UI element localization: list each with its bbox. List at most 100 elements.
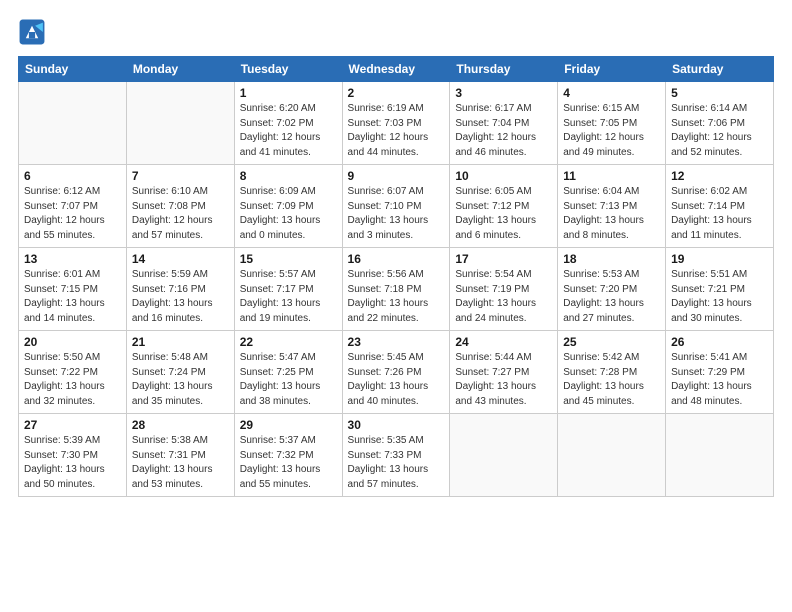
day-info: Sunrise: 5:38 AMSunset: 7:31 PMDaylight:… bbox=[132, 434, 229, 492]
day-number: 18 bbox=[563, 252, 660, 266]
day-number: 9 bbox=[348, 169, 445, 183]
day-number: 11 bbox=[563, 169, 660, 183]
logo-icon bbox=[18, 18, 46, 46]
day-number: 27 bbox=[24, 418, 121, 432]
day-info: Sunrise: 6:02 AMSunset: 7:14 PMDaylight:… bbox=[671, 185, 768, 243]
day-number: 15 bbox=[240, 252, 337, 266]
calendar-cell: 10 Sunrise: 6:05 AMSunset: 7:12 PMDayligh… bbox=[450, 165, 558, 248]
calendar-cell: 30Sunrise: 5:35 AMSunset: 7:33 PMDayligh… bbox=[342, 414, 450, 497]
day-info: Sunrise: 6:05 AMSunset: 7:12 PMDaylight:… bbox=[455, 185, 552, 243]
day-info: Sunrise: 6:09 AMSunset: 7:09 PMDaylight:… bbox=[240, 185, 337, 243]
day-info: Sunrise: 6:10 AMSunset: 7:08 PMDaylight:… bbox=[132, 185, 229, 243]
weekday-header-friday: Friday bbox=[558, 57, 666, 82]
weekday-header-wednesday: Wednesday bbox=[342, 57, 450, 82]
calendar-week-row: 6 Sunrise: 6:12 AMSunset: 7:07 PMDaylight… bbox=[19, 165, 774, 248]
day-number: 19 bbox=[671, 252, 768, 266]
day-info: Sunrise: 5:42 AMSunset: 7:28 PMDaylight:… bbox=[563, 351, 660, 409]
calendar-cell: 27 Sunrise: 5:39 AMSunset: 7:30 PMDayligh… bbox=[19, 414, 127, 497]
calendar-cell: 14 Sunrise: 5:59 AMSunset: 7:16 PMDayligh… bbox=[126, 248, 234, 331]
calendar-cell: 3 Sunrise: 6:17 AMSunset: 7:04 PMDaylight… bbox=[450, 82, 558, 165]
day-number: 23 bbox=[348, 335, 445, 349]
day-number: 22 bbox=[240, 335, 337, 349]
calendar-cell bbox=[666, 414, 774, 497]
calendar-cell: 28 Sunrise: 5:38 AMSunset: 7:31 PMDayligh… bbox=[126, 414, 234, 497]
day-info: Sunrise: 6:15 AMSunset: 7:05 PMDaylight:… bbox=[563, 102, 660, 160]
day-number: 5 bbox=[671, 86, 768, 100]
calendar-cell: 17Sunrise: 5:54 AMSunset: 7:19 PMDayligh… bbox=[450, 248, 558, 331]
calendar-week-row: 27 Sunrise: 5:39 AMSunset: 7:30 PMDayligh… bbox=[19, 414, 774, 497]
calendar-cell: 18 Sunrise: 5:53 AMSunset: 7:20 PMDayligh… bbox=[558, 248, 666, 331]
day-info: Sunrise: 5:41 AMSunset: 7:29 PMDaylight:… bbox=[671, 351, 768, 409]
day-info: Sunrise: 6:19 AMSunset: 7:03 PMDaylight:… bbox=[348, 102, 445, 160]
day-number: 29 bbox=[240, 418, 337, 432]
day-number: 6 bbox=[24, 169, 121, 183]
day-number: 30 bbox=[348, 418, 445, 432]
calendar-cell: 8 Sunrise: 6:09 AMSunset: 7:09 PMDaylight… bbox=[234, 165, 342, 248]
day-number: 21 bbox=[132, 335, 229, 349]
calendar-cell: 16Sunrise: 5:56 AMSunset: 7:18 PMDayligh… bbox=[342, 248, 450, 331]
day-info: Sunrise: 6:07 AMSunset: 7:10 PMDaylight:… bbox=[348, 185, 445, 243]
day-info: Sunrise: 6:17 AMSunset: 7:04 PMDaylight:… bbox=[455, 102, 552, 160]
calendar-week-row: 13Sunrise: 6:01 AMSunset: 7:15 PMDayligh… bbox=[19, 248, 774, 331]
day-info: Sunrise: 5:59 AMSunset: 7:16 PMDaylight:… bbox=[132, 268, 229, 326]
calendar-cell: 26 Sunrise: 5:41 AMSunset: 7:29 PMDayligh… bbox=[666, 331, 774, 414]
day-number: 14 bbox=[132, 252, 229, 266]
calendar-cell: 24Sunrise: 5:44 AMSunset: 7:27 PMDayligh… bbox=[450, 331, 558, 414]
weekday-header-monday: Monday bbox=[126, 57, 234, 82]
day-number: 2 bbox=[348, 86, 445, 100]
day-info: Sunrise: 5:39 AMSunset: 7:30 PMDaylight:… bbox=[24, 434, 121, 492]
calendar-cell: 11 Sunrise: 6:04 AMSunset: 7:13 PMDayligh… bbox=[558, 165, 666, 248]
day-number: 16 bbox=[348, 252, 445, 266]
calendar-cell: 9 Sunrise: 6:07 AMSunset: 7:10 PMDaylight… bbox=[342, 165, 450, 248]
calendar-cell: 23 Sunrise: 5:45 AMSunset: 7:26 PMDayligh… bbox=[342, 331, 450, 414]
weekday-header-thursday: Thursday bbox=[450, 57, 558, 82]
calendar-cell: 25 Sunrise: 5:42 AMSunset: 7:28 PMDayligh… bbox=[558, 331, 666, 414]
calendar-cell: 15 Sunrise: 5:57 AMSunset: 7:17 PMDayligh… bbox=[234, 248, 342, 331]
day-number: 7 bbox=[132, 169, 229, 183]
day-info: Sunrise: 5:44 AMSunset: 7:27 PMDaylight:… bbox=[455, 351, 552, 409]
calendar-cell: 1 Sunrise: 6:20 AMSunset: 7:02 PMDaylight… bbox=[234, 82, 342, 165]
day-number: 28 bbox=[132, 418, 229, 432]
calendar-cell: 22 Sunrise: 5:47 AMSunset: 7:25 PMDayligh… bbox=[234, 331, 342, 414]
weekday-header-saturday: Saturday bbox=[666, 57, 774, 82]
weekday-header-tuesday: Tuesday bbox=[234, 57, 342, 82]
day-info: Sunrise: 6:20 AMSunset: 7:02 PMDaylight:… bbox=[240, 102, 337, 160]
day-info: Sunrise: 5:37 AMSunset: 7:32 PMDaylight:… bbox=[240, 434, 337, 492]
calendar-cell bbox=[558, 414, 666, 497]
day-number: 26 bbox=[671, 335, 768, 349]
day-info: Sunrise: 5:45 AMSunset: 7:26 PMDaylight:… bbox=[348, 351, 445, 409]
calendar-cell: 6 Sunrise: 6:12 AMSunset: 7:07 PMDaylight… bbox=[19, 165, 127, 248]
calendar-cell: 29 Sunrise: 5:37 AMSunset: 7:32 PMDayligh… bbox=[234, 414, 342, 497]
calendar-cell: 5 Sunrise: 6:14 AMSunset: 7:06 PMDaylight… bbox=[666, 82, 774, 165]
day-info: Sunrise: 6:04 AMSunset: 7:13 PMDaylight:… bbox=[563, 185, 660, 243]
logo bbox=[18, 18, 50, 46]
day-number: 3 bbox=[455, 86, 552, 100]
day-info: Sunrise: 5:50 AMSunset: 7:22 PMDaylight:… bbox=[24, 351, 121, 409]
calendar-cell: 21 Sunrise: 5:48 AMSunset: 7:24 PMDayligh… bbox=[126, 331, 234, 414]
day-number: 4 bbox=[563, 86, 660, 100]
day-info: Sunrise: 5:53 AMSunset: 7:20 PMDaylight:… bbox=[563, 268, 660, 326]
page-header bbox=[18, 18, 774, 46]
calendar-table: SundayMondayTuesdayWednesdayThursdayFrid… bbox=[18, 56, 774, 497]
day-number: 12 bbox=[671, 169, 768, 183]
day-number: 8 bbox=[240, 169, 337, 183]
day-info: Sunrise: 6:14 AMSunset: 7:06 PMDaylight:… bbox=[671, 102, 768, 160]
calendar-week-row: 20 Sunrise: 5:50 AMSunset: 7:22 PMDayligh… bbox=[19, 331, 774, 414]
day-info: Sunrise: 5:57 AMSunset: 7:17 PMDaylight:… bbox=[240, 268, 337, 326]
calendar-cell bbox=[450, 414, 558, 497]
calendar-cell: 13Sunrise: 6:01 AMSunset: 7:15 PMDayligh… bbox=[19, 248, 127, 331]
calendar-cell: 4 Sunrise: 6:15 AMSunset: 7:05 PMDaylight… bbox=[558, 82, 666, 165]
calendar-cell: 19Sunrise: 5:51 AMSunset: 7:21 PMDayligh… bbox=[666, 248, 774, 331]
calendar-cell: 12 Sunrise: 6:02 AMSunset: 7:14 PMDayligh… bbox=[666, 165, 774, 248]
day-number: 1 bbox=[240, 86, 337, 100]
day-info: Sunrise: 5:47 AMSunset: 7:25 PMDaylight:… bbox=[240, 351, 337, 409]
calendar-week-row: 1 Sunrise: 6:20 AMSunset: 7:02 PMDaylight… bbox=[19, 82, 774, 165]
day-info: Sunrise: 5:48 AMSunset: 7:24 PMDaylight:… bbox=[132, 351, 229, 409]
day-info: Sunrise: 6:12 AMSunset: 7:07 PMDaylight:… bbox=[24, 185, 121, 243]
day-number: 13 bbox=[24, 252, 121, 266]
day-number: 20 bbox=[24, 335, 121, 349]
day-number: 10 bbox=[455, 169, 552, 183]
calendar-cell: 7 Sunrise: 6:10 AMSunset: 7:08 PMDaylight… bbox=[126, 165, 234, 248]
calendar-cell: 2 Sunrise: 6:19 AMSunset: 7:03 PMDaylight… bbox=[342, 82, 450, 165]
day-number: 25 bbox=[563, 335, 660, 349]
